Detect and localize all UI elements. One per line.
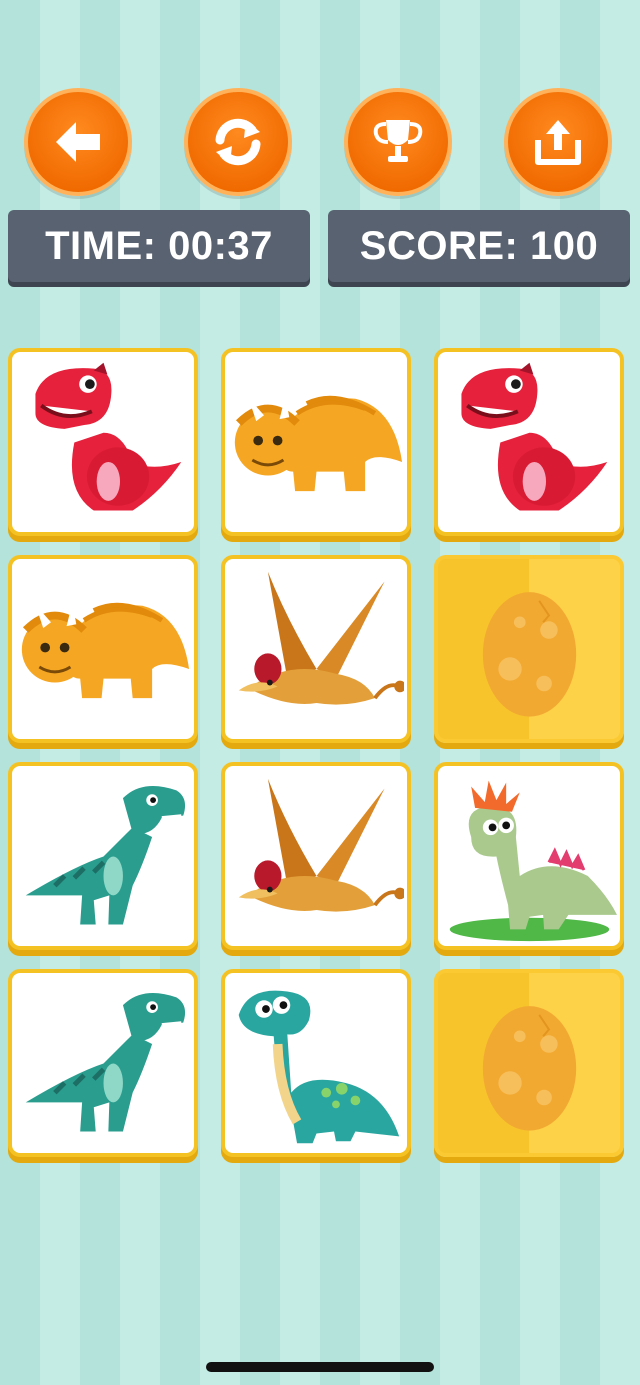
card-4[interactable] [8, 555, 198, 743]
orange-triceratops-icon [21, 602, 189, 698]
pterodactyl-icon [238, 571, 404, 705]
card-grid [0, 0, 640, 1200]
card-3[interactable] [434, 348, 624, 536]
red-trex-icon [34, 362, 181, 522]
card-9[interactable] [434, 762, 624, 950]
pterodactyl-icon [238, 778, 404, 912]
egg-icon [482, 1005, 576, 1131]
card-10[interactable] [8, 969, 198, 1157]
card-1[interactable] [8, 348, 198, 536]
card-6[interactable] [434, 555, 624, 743]
card-2[interactable] [221, 348, 411, 536]
card-7[interactable] [8, 762, 198, 950]
egg-icon [482, 591, 576, 717]
card-8[interactable] [221, 762, 411, 950]
teal-brontosaurus-icon [238, 990, 399, 1143]
red-trex-icon [460, 362, 607, 522]
green-trex-icon [25, 992, 185, 1132]
card-5[interactable] [221, 555, 411, 743]
green-trex-icon [25, 785, 185, 925]
card-12[interactable] [434, 969, 624, 1157]
card-11[interactable] [221, 969, 411, 1157]
spiky-haired-dino-icon [449, 780, 617, 941]
home-indicator[interactable] [206, 1362, 434, 1372]
orange-triceratops-icon [234, 395, 402, 491]
